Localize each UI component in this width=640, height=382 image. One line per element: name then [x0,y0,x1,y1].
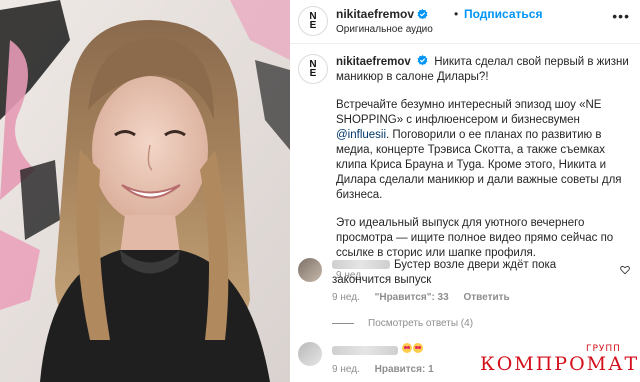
subscribe-button[interactable]: Подписаться [464,7,542,21]
verified-badge-icon [417,8,428,19]
watermark-main-text: КОМПРОМАТ [480,353,640,375]
replies-divider [332,323,354,324]
author-username-row[interactable]: nikitaefremov [336,7,428,21]
post-header: N E nikitaefremov • Подписаться Оригинал… [290,0,640,44]
watermark-sub-text: ГРУПП [586,344,621,354]
verified-badge-icon [417,55,428,66]
more-horizontal-icon[interactable]: ••• [612,8,630,24]
author-username[interactable]: nikitaefremov [336,7,414,21]
view-replies-button[interactable]: Посмотреть ответы (4) [332,318,473,329]
post-media[interactable] [0,0,290,382]
comment-meta: 9 нед. Нравится: 1 [332,364,434,375]
reply-button[interactable]: Ответить [463,292,509,303]
original-audio-link[interactable]: Оригинальное аудио [336,24,433,35]
comment-timestamp: 9 нед. [332,364,360,375]
mention-link[interactable]: @influesii [336,129,386,141]
comment-emoji-text [402,342,424,357]
video-frame-image [0,0,290,382]
caption-username[interactable]: nikitaefremov [336,56,411,68]
author-avatar[interactable]: N E [298,6,328,36]
comment-timestamp: 9 нед. [332,292,360,303]
comment-likes[interactable]: Нравится: 1 [375,364,434,375]
heart-icon[interactable] [620,265,630,275]
commenter-username-blurred [332,346,398,355]
separator-dot: • [454,7,459,21]
caption-text: nikitaefremov Никита сделал свой первый … [336,55,632,261]
watermark-logo: КОМПРОМАТ ГРУПП [480,344,640,380]
comment-likes[interactable]: "Нравится": 33 [375,292,449,303]
commenter-avatar[interactable] [298,342,322,366]
caption-paragraph-2: Встречайте безумно интересный эпизод шоу… [336,99,622,201]
commenter-avatar[interactable] [298,258,322,282]
heart-eyes-emoji-icon [402,343,412,353]
caption-paragraph-3: Это идеальный выпуск для уютного вечерне… [336,217,614,259]
heart-eyes-emoji-icon [413,343,423,353]
comment-text: Бустер возле двери ждёт пока закончится … [332,259,557,286]
post-sidebar: N E nikitaefremov • Подписаться Оригинал… [290,0,640,382]
caption-author-avatar[interactable]: N E [298,54,328,84]
comment-meta: 9 нед. "Нравится": 33 Ответить [332,292,510,303]
